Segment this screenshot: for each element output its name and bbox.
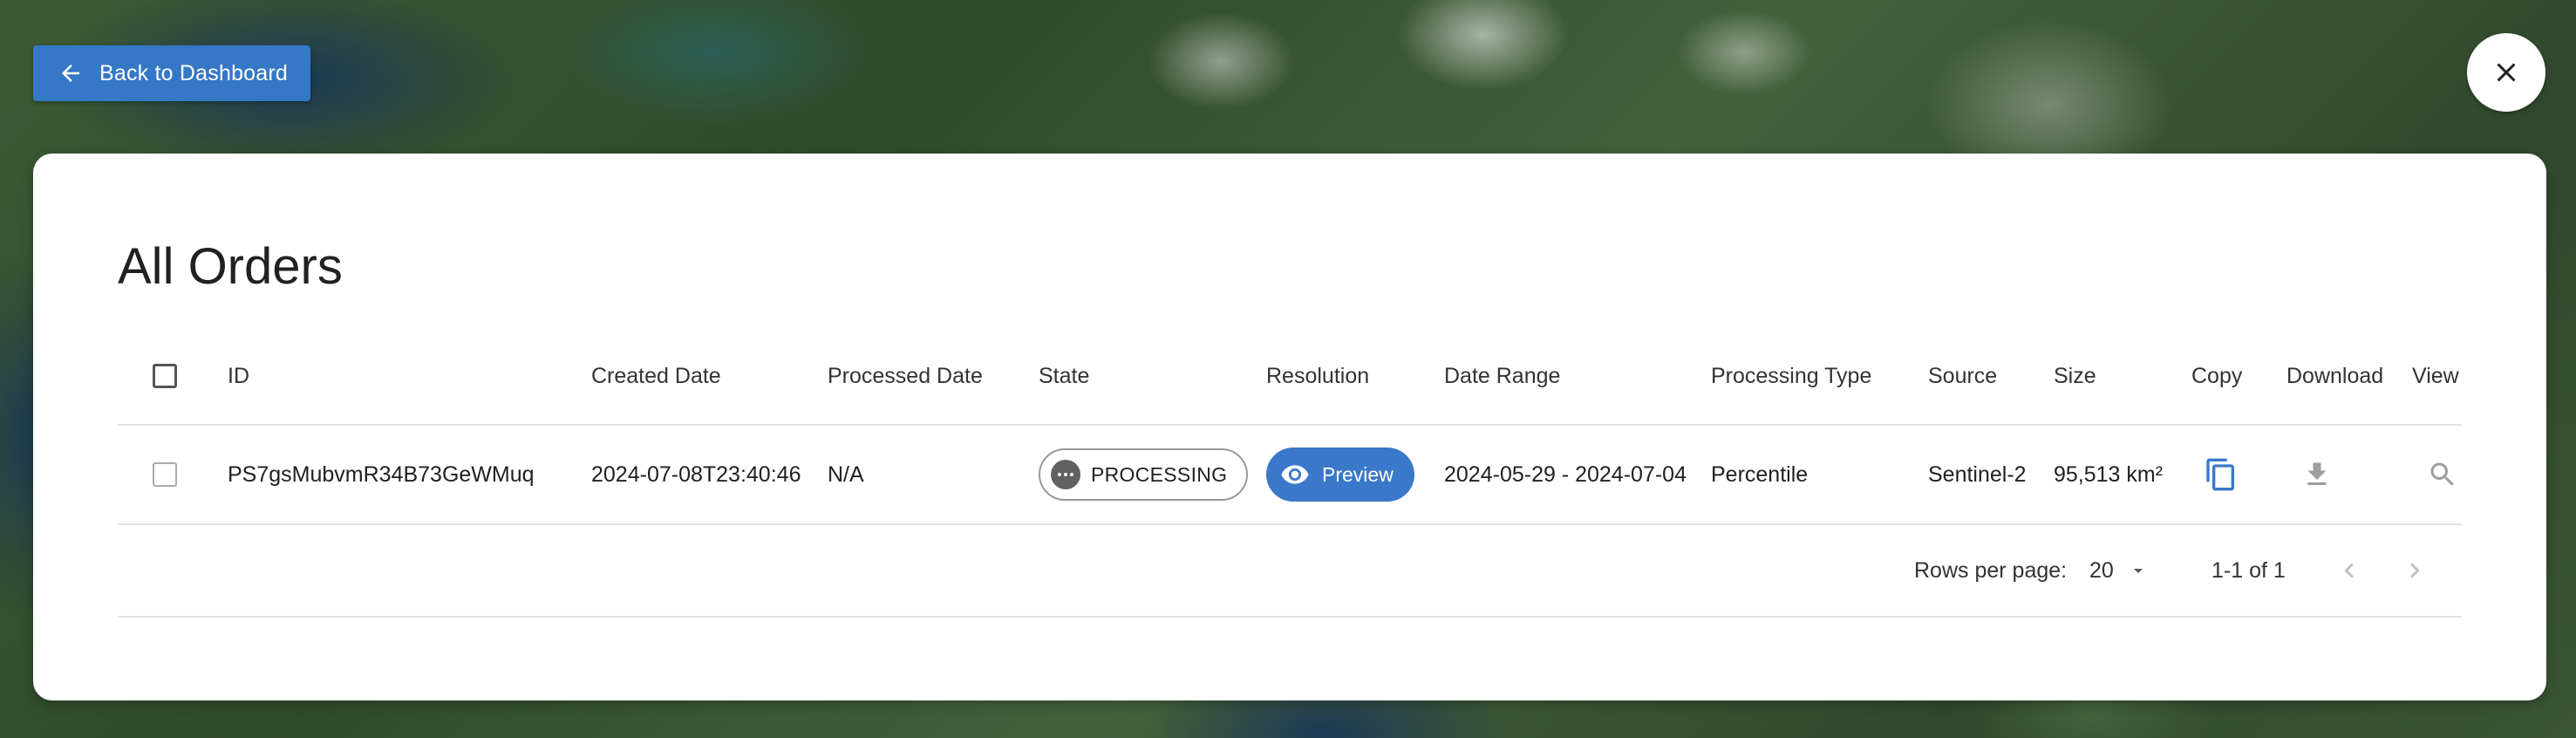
preview-label: Preview — [1322, 462, 1394, 486]
row-checkbox[interactable] — [153, 462, 177, 487]
pagination-range: 1-1 of 1 — [2211, 557, 2286, 583]
state-chip: PROCESSING — [1039, 448, 1249, 501]
processed-date: N/A — [828, 461, 864, 487]
search-icon — [2427, 459, 2458, 490]
size: 95,513 km² — [2054, 461, 2164, 487]
rows-per-page-select[interactable]: 20 — [2089, 525, 2149, 616]
page-title: All Orders — [118, 238, 343, 295]
orders-panel: All Orders ID Created Date Processed Dat… — [33, 154, 2546, 700]
table-pagination: Rows per page: 20 1-1 of 1 — [118, 525, 2462, 618]
next-page-button[interactable] — [2400, 525, 2429, 616]
column-header-copy: Copy — [2191, 363, 2243, 388]
previous-page-button[interactable] — [2334, 525, 2364, 616]
table-row[interactable]: PS7gsMubvmR34B73GeWMuq 2024-07-08T23:40:… — [118, 426, 2462, 525]
download-button[interactable] — [2301, 426, 2333, 523]
column-header-processing-type[interactable]: Processing Type — [1711, 328, 1871, 424]
arrow-left-icon — [58, 60, 84, 86]
order-id: PS7gsMubvmR34B73GeWMuq — [228, 461, 535, 487]
processing-type: Percentile — [1711, 461, 1809, 487]
close-icon — [2491, 57, 2522, 88]
select-all-checkbox[interactable] — [153, 364, 177, 388]
preview-button[interactable]: Preview — [1266, 448, 1414, 502]
chevron-right-icon — [2400, 556, 2429, 585]
orders-table: ID Created Date Processed Date State Res… — [118, 328, 2462, 618]
copy-icon — [2204, 457, 2239, 492]
chevron-left-icon — [2334, 556, 2364, 585]
view-button[interactable] — [2427, 426, 2458, 523]
source: Sentinel-2 — [1928, 461, 2027, 487]
row-select-cell — [153, 426, 177, 523]
more-horizontal-icon — [1051, 460, 1080, 489]
date-range: 2024-05-29 - 2024-07-04 — [1444, 461, 1687, 487]
rows-per-page-label: Rows per page: — [1914, 557, 2068, 583]
column-header-created-date[interactable]: Created Date — [591, 328, 721, 424]
chevron-down-icon — [2128, 560, 2149, 581]
column-header-date-range[interactable]: Date Range — [1444, 328, 1560, 424]
column-header-processed-date[interactable]: Processed Date — [828, 328, 983, 424]
copy-button[interactable] — [2204, 426, 2239, 523]
select-all-cell — [153, 328, 177, 424]
back-to-dashboard-label: Back to Dashboard — [99, 60, 289, 85]
table-header-row: ID Created Date Processed Date State Res… — [118, 328, 2462, 426]
download-icon — [2301, 459, 2333, 490]
back-to-dashboard-button[interactable]: Back to Dashboard — [33, 45, 310, 101]
column-header-state[interactable]: State — [1039, 328, 1089, 424]
resolution-cell: Preview — [1266, 426, 1414, 523]
column-header-size[interactable]: Size — [2054, 328, 2096, 424]
state-cell: PROCESSING — [1039, 426, 1249, 523]
column-header-view: View — [2412, 363, 2459, 388]
created-date: 2024-07-08T23:40:46 — [591, 461, 801, 487]
column-header-download: Download — [2286, 363, 2384, 388]
close-button[interactable] — [2467, 33, 2545, 112]
column-header-source[interactable]: Source — [1928, 328, 1997, 424]
rows-per-page-value: 20 — [2089, 557, 2114, 583]
column-header-id[interactable]: ID — [228, 328, 249, 424]
column-header-resolution[interactable]: Resolution — [1266, 328, 1369, 424]
eye-icon — [1280, 460, 1310, 489]
state-label: PROCESSING — [1091, 462, 1228, 486]
